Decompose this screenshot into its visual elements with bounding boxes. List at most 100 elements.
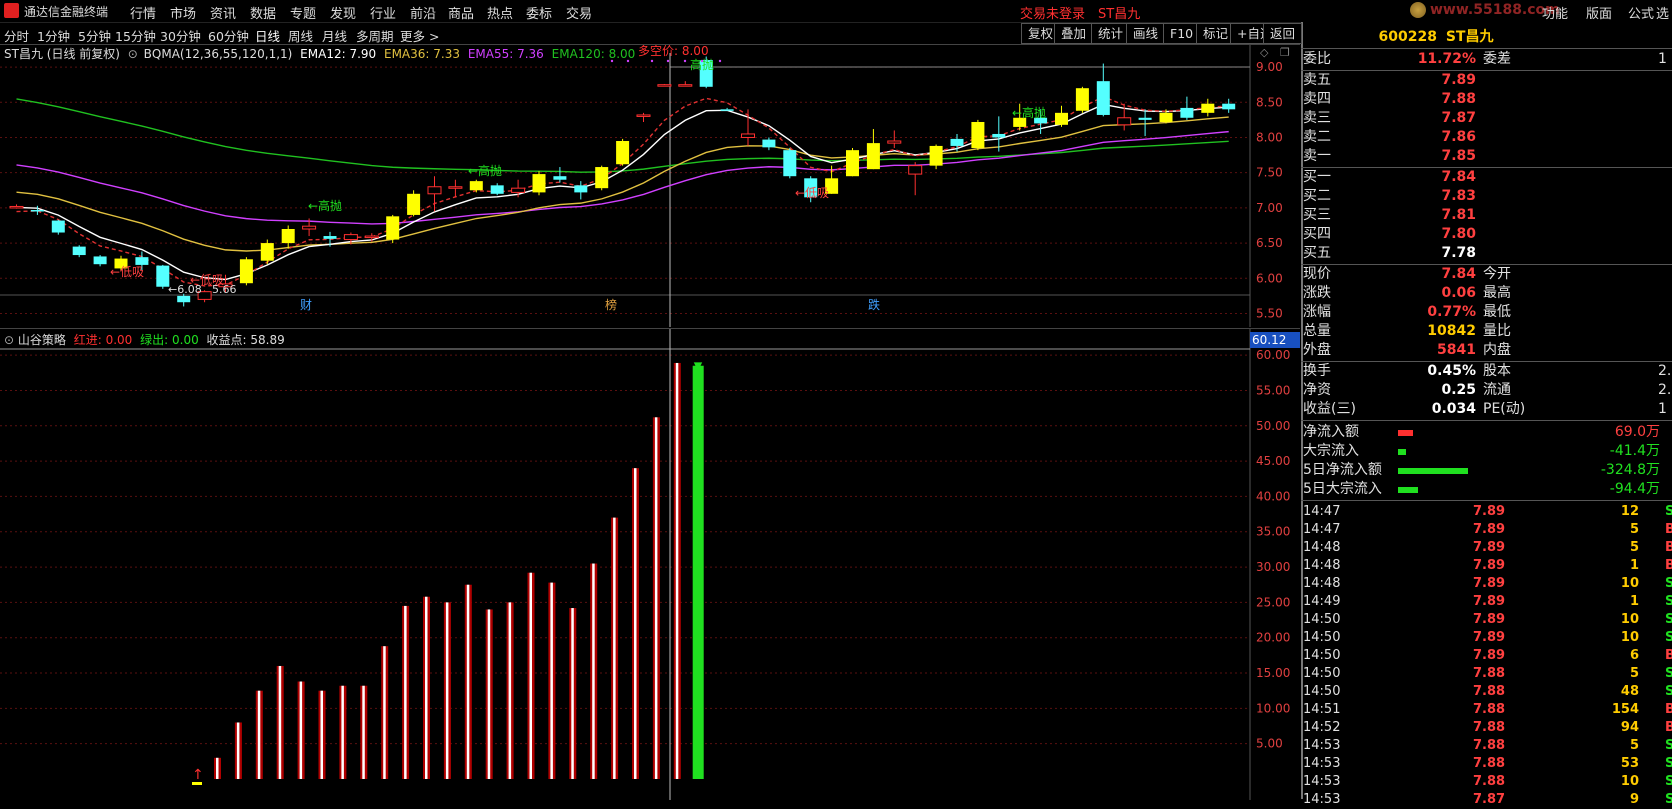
divider bbox=[1301, 500, 1672, 501]
quote-row: 涨跌 0.06 最高 bbox=[1303, 284, 1672, 303]
price-axis-label: 8.00 bbox=[1256, 130, 1283, 144]
right-link[interactable]: 功能 bbox=[1542, 3, 1568, 22]
valley-bar-highlight bbox=[404, 605, 407, 779]
tool-button[interactable]: 叠加 bbox=[1054, 23, 1094, 44]
indicator-toggle-icon[interactable]: ⊙ bbox=[128, 47, 138, 61]
quote-value: 5841 bbox=[1437, 342, 1476, 358]
kline-pane[interactable]: 9.00 8.50 8.00 7.50 7.00 6.50 6.00 5.50 多空价: 8.0… bbox=[0, 44, 1300, 327]
tick-time: 14:53 bbox=[1303, 756, 1341, 771]
login-status[interactable]: 交易未登录 bbox=[1020, 3, 1085, 22]
quote-value: 7.88 bbox=[1441, 91, 1476, 107]
menu-item[interactable]: 发现 bbox=[330, 3, 356, 22]
tool-button[interactable]: F10 bbox=[1163, 23, 1201, 44]
tick-volume: 6 bbox=[1629, 648, 1639, 663]
menu-item[interactable]: 热点 bbox=[487, 3, 513, 22]
quote-label: 净流入额 bbox=[1303, 424, 1359, 440]
menu-item[interactable]: 专题 bbox=[290, 3, 316, 22]
tool-button[interactable]: 统计 bbox=[1091, 23, 1131, 44]
tick-row: 14:53 7.87 9 S bbox=[1303, 791, 1672, 809]
quote-row: 卖四 7.88 bbox=[1303, 90, 1672, 109]
indicator-pane[interactable]: 60.00 55.00 50.00 45.00 40.00 35.00 30.00 25.00… bbox=[0, 328, 1300, 800]
candle-body-down bbox=[950, 138, 964, 146]
candle-body-up bbox=[1075, 88, 1089, 111]
valley-bar-highlight bbox=[634, 468, 637, 779]
quote-label-2: 股本 bbox=[1483, 363, 1511, 379]
indicator-axis-label: 25.00 bbox=[1256, 595, 1290, 609]
quote-value: 7.80 bbox=[1441, 226, 1476, 242]
candle-body-up bbox=[281, 229, 295, 244]
period-tab[interactable]: 15分钟 bbox=[115, 26, 156, 45]
period-tab[interactable]: 30分钟 bbox=[160, 26, 201, 45]
candle-body-up bbox=[866, 143, 880, 170]
candle-body-up bbox=[741, 133, 755, 138]
pane-settings-icon[interactable]: ◇ bbox=[1260, 46, 1268, 59]
candle-body-up bbox=[9, 205, 24, 209]
quote-value-2: 1 bbox=[1658, 401, 1667, 417]
period-tab[interactable]: 60分钟 bbox=[208, 26, 249, 45]
tick-side: B bbox=[1665, 558, 1672, 573]
candle-body-up bbox=[1201, 103, 1215, 113]
period-tab[interactable]: 更多 > bbox=[400, 26, 439, 45]
signal-dot bbox=[650, 59, 654, 63]
period-tab[interactable]: 5分钟 bbox=[78, 26, 111, 45]
right-link[interactable]: 选 bbox=[1656, 3, 1669, 22]
menu-item[interactable]: 行业 bbox=[370, 3, 396, 22]
menu-item[interactable]: 委标 bbox=[526, 3, 552, 22]
indicator-axis-label: 20.00 bbox=[1256, 631, 1290, 645]
kline-title: ST昌九 (日线 前复权) bbox=[4, 47, 120, 61]
period-tab[interactable]: 分时 bbox=[4, 26, 29, 45]
menu-item[interactable]: 商品 bbox=[448, 3, 474, 22]
quote-label: 外盘 bbox=[1303, 342, 1331, 358]
quote-label: 5日净流入额 bbox=[1303, 462, 1382, 478]
price-axis-label: 7.00 bbox=[1256, 201, 1283, 215]
period-tab[interactable]: 多周期 bbox=[356, 26, 394, 45]
tick-row: 14:50 7.89 6 B bbox=[1303, 647, 1672, 665]
collapse-icon[interactable]: ⊙ bbox=[4, 333, 14, 347]
period-tab[interactable]: 1分钟 bbox=[37, 26, 70, 45]
period-tab[interactable]: 日线 bbox=[255, 26, 280, 45]
ema36-label: EMA36: 7.33 bbox=[384, 47, 460, 61]
tick-side: S bbox=[1665, 738, 1672, 753]
menu-item[interactable]: 资讯 bbox=[210, 3, 236, 22]
quote-row: 卖五 7.89 bbox=[1303, 71, 1672, 90]
price-axis-label: 8.50 bbox=[1256, 95, 1283, 109]
watermark-logo bbox=[1410, 2, 1426, 18]
right-link[interactable]: 版面 bbox=[1586, 3, 1612, 22]
tick-price: 7.89 bbox=[1473, 522, 1506, 537]
quote-row: 总量 10842 量比 bbox=[1303, 322, 1672, 341]
candle-body-up bbox=[469, 181, 483, 191]
menu-item[interactable]: 前沿 bbox=[410, 3, 436, 22]
menu-item[interactable]: 交易 bbox=[566, 3, 592, 22]
tick-time: 14:50 bbox=[1303, 666, 1341, 681]
candle-body-down bbox=[1222, 103, 1236, 110]
pane-maximize-icon[interactable]: ❐ bbox=[1280, 46, 1290, 59]
tick-row: 14:50 7.89 10 S bbox=[1303, 629, 1672, 647]
menu-item[interactable]: 行情 bbox=[130, 3, 156, 22]
divider bbox=[1301, 420, 1672, 421]
quote-row: 卖二 7.86 bbox=[1303, 128, 1672, 147]
tool-button[interactable]: 画线 bbox=[1126, 23, 1166, 44]
quote-value: 0.06 bbox=[1441, 285, 1476, 301]
period-tab[interactable]: 月线 bbox=[322, 26, 347, 45]
tick-volume: 94 bbox=[1620, 720, 1639, 735]
quote-label: 买二 bbox=[1303, 188, 1331, 204]
tick-side: S bbox=[1665, 504, 1672, 519]
indicator-chart[interactable]: 60.00 55.00 50.00 45.00 40.00 35.00 30.00 25.00… bbox=[0, 329, 1300, 800]
signal-dot bbox=[683, 59, 687, 63]
candle-body-down bbox=[323, 236, 337, 239]
tick-price: 7.88 bbox=[1473, 684, 1506, 699]
tool-button[interactable]: 返回 bbox=[1263, 23, 1303, 44]
tick-side: B bbox=[1665, 648, 1672, 663]
menu-item[interactable]: 市场 bbox=[170, 3, 196, 22]
indicator-axis-label: 45.00 bbox=[1256, 454, 1290, 468]
quote-row: 委比 11.72% 委差 1 bbox=[1303, 50, 1672, 69]
right-link[interactable]: 公式 bbox=[1628, 3, 1654, 22]
flow-value: -41.4万 bbox=[1609, 443, 1660, 459]
menu-item[interactable]: 数据 bbox=[250, 3, 276, 22]
period-tab[interactable]: 周线 bbox=[288, 26, 313, 45]
candle-body-down bbox=[1138, 117, 1152, 120]
kline-chart[interactable]: 9.00 8.50 8.00 7.50 7.00 6.50 6.00 5.50 多空价: 8.0… bbox=[0, 45, 1300, 327]
quote-label: 买五 bbox=[1303, 245, 1331, 261]
candle-body-down bbox=[51, 220, 65, 233]
candle-body-up bbox=[1159, 112, 1173, 122]
